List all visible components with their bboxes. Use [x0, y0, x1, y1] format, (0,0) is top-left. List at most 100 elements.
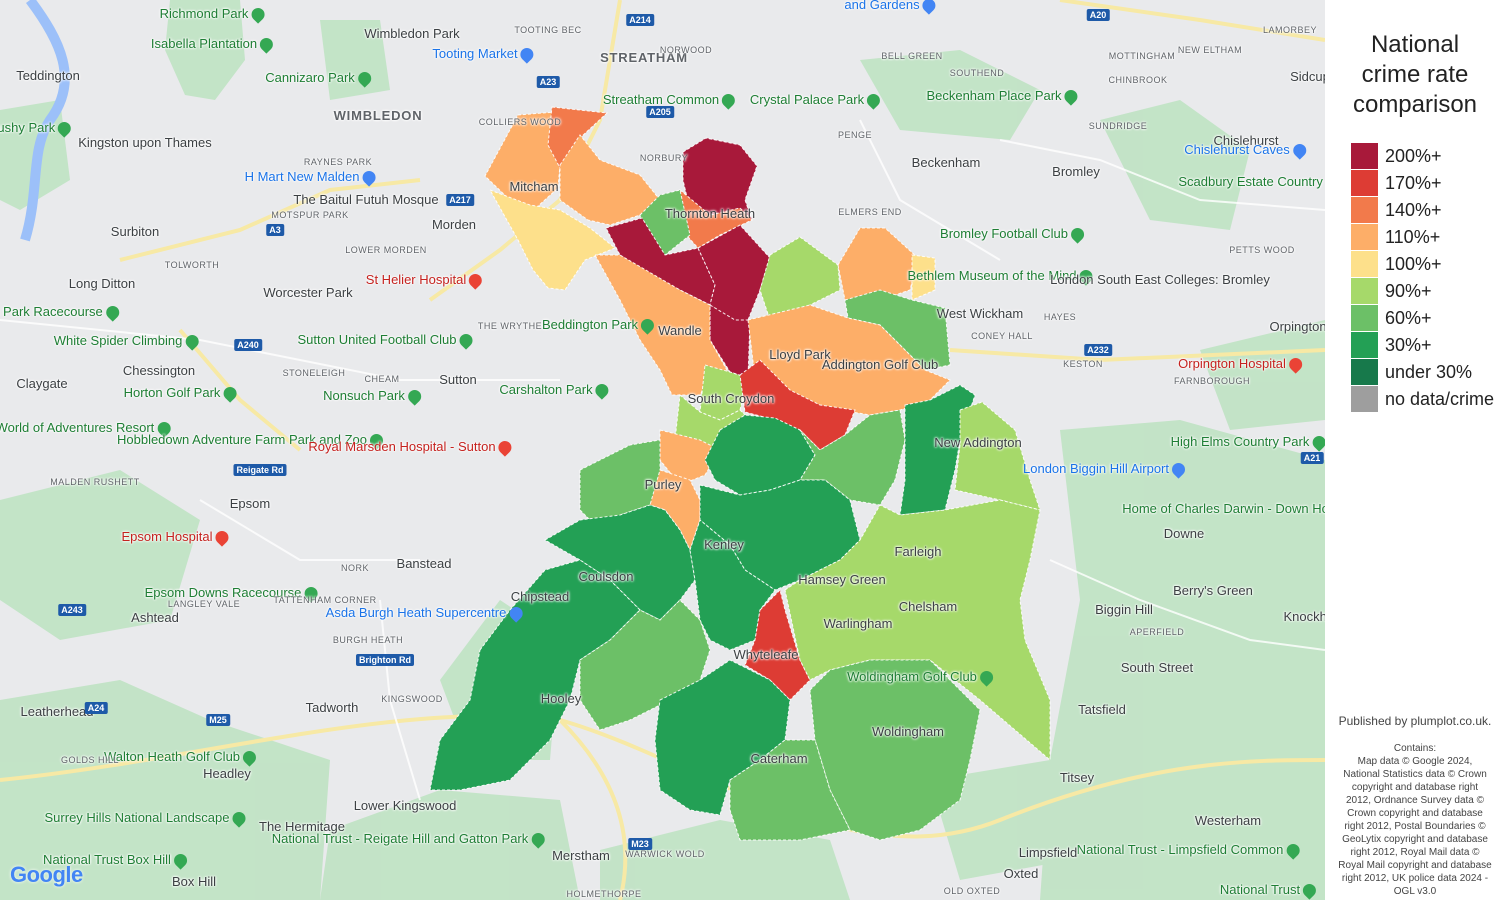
place-pin-icon	[1068, 225, 1087, 244]
place-pin-icon	[977, 668, 996, 687]
place-pin-icon	[1283, 841, 1303, 860]
legend-swatch	[1351, 251, 1378, 277]
place-name: FARNBOROUGH	[1173, 376, 1251, 386]
place-name: Epsom	[229, 496, 271, 511]
place-name: The Baitul Futuh Mosque	[293, 192, 439, 207]
road-shield: A21	[1300, 452, 1324, 464]
google-logo-text: Google	[10, 862, 83, 887]
legend-label: under 30%	[1385, 361, 1473, 382]
place-name: Crystal Palace Park	[749, 91, 865, 107]
place-label: NORK	[341, 561, 369, 575]
place-name: RAYNES PARK	[303, 157, 373, 167]
place-name: H Mart New Malden	[244, 168, 360, 184]
road-shield: M25	[206, 714, 230, 726]
place-name: Surrey Hills National Landscape	[44, 809, 230, 825]
place-name: Beckenham Place Park	[926, 87, 1062, 103]
legend-swatch	[1351, 386, 1378, 412]
legend-item: 110%+	[1351, 224, 1440, 250]
google-logo: Google	[10, 862, 83, 888]
place-pin-icon	[1300, 881, 1319, 900]
place-name: Oxted	[1003, 866, 1039, 881]
place-name: Home of Charles Darwin - Down House	[1122, 500, 1325, 516]
place-name: Tooting Market	[432, 45, 518, 61]
place-label: Bromley	[1052, 165, 1100, 179]
place-pin-icon	[528, 830, 547, 849]
place-name: Mitcham	[509, 179, 559, 194]
place-label: KINGSWOOD	[381, 692, 443, 706]
place-pin-icon	[638, 316, 657, 335]
legend-item: 170%+	[1351, 170, 1442, 196]
place-label: MOTSPUR PARK	[271, 208, 348, 222]
place-label: Titsey	[1060, 771, 1094, 785]
place-name: Hooley	[540, 691, 582, 706]
place-label: HOLMETHORPE	[566, 887, 641, 900]
place-name: Thornton Heath	[664, 206, 756, 221]
place-label: Tooting Market	[432, 45, 537, 64]
place-name: New Addington	[934, 435, 1022, 450]
place-name: Chelsham	[898, 599, 958, 614]
place-label: Headley	[203, 767, 251, 781]
place-label: National Trust - Limpsfield Common	[1077, 841, 1303, 860]
place-name: SOUTHEND	[949, 68, 1005, 78]
place-label: RAYNES PARK	[304, 155, 372, 169]
place-label: Woldingham	[872, 725, 944, 739]
place-label: Merstham	[552, 849, 610, 863]
place-name: Addington Golf Club	[821, 357, 939, 372]
legend-label: no data/crime	[1385, 388, 1495, 409]
place-name: Sidcup	[1290, 69, 1325, 84]
place-name: Richmond Park	[159, 5, 249, 21]
place-name: Scadbury Estate Country Pk	[1178, 173, 1325, 189]
place-pin-icon	[182, 332, 201, 351]
legend-item: 200%+	[1351, 143, 1442, 169]
place-name: National Trust - Reigate Hill and Gatton…	[271, 830, 529, 846]
place-name: TOOTING BEC	[514, 25, 582, 35]
place-name: South Street	[1120, 660, 1194, 675]
place-name: PENGE	[837, 130, 873, 140]
legend-label: 200%+	[1385, 145, 1442, 166]
place-name: MALDEN RUSHETT	[50, 477, 140, 487]
place-pin-icon	[1169, 460, 1188, 479]
place-label: Berry's Green	[1173, 584, 1253, 598]
place-name: Caterham	[750, 751, 808, 766]
place-label: LOWER MORDEN	[345, 243, 427, 257]
place-name: Merstham	[552, 848, 610, 863]
place-label: National Trust	[1220, 881, 1319, 900]
place-label: Tadworth	[306, 701, 359, 715]
place-name: THE WRYTHE	[477, 321, 543, 331]
place-label: Bushy Park	[0, 119, 74, 138]
place-label: Biggin Hill	[1095, 603, 1153, 617]
place-name: Morden	[431, 217, 477, 232]
place-name: WIMBLEDON	[333, 108, 423, 123]
place-label: Kingston upon Thames	[78, 136, 211, 150]
place-name: London Biggin Hill Airport	[1023, 460, 1169, 476]
place-name: GOLDS HILL	[60, 755, 120, 765]
credits-line: right 2012, Royal Mail data ©	[1350, 847, 1480, 858]
place-pin-icon	[1309, 433, 1325, 452]
place-name: APERFIELD	[1129, 627, 1185, 637]
credits-line: copyright and database right	[1351, 782, 1479, 793]
place-label: CONEY HALL	[971, 329, 1033, 343]
legend-swatch	[1351, 224, 1378, 250]
place-name: MOTSPUR PARK	[271, 210, 349, 220]
legend-item: 30%+	[1351, 332, 1432, 358]
place-pin-icon	[257, 35, 276, 54]
place-label: Worcester Park	[263, 286, 352, 300]
place-name: LOWER MORDEN	[345, 245, 427, 255]
map[interactable]: Richmond Park Isabella Plantation Teddingt…	[0, 0, 1325, 900]
place-label: PENGE	[838, 128, 872, 142]
place-name: LAMORBEY	[1262, 25, 1318, 35]
place-label: SOUTHEND	[950, 66, 1005, 80]
place-label: Sidcup	[1290, 70, 1325, 84]
place-label: APERFIELD	[1130, 625, 1185, 639]
place-label: TATTENHAM CORNER	[273, 593, 376, 607]
legend-item: 100%+	[1351, 251, 1442, 277]
place-name: NEW ELTHAM	[1177, 45, 1243, 55]
place-pin-icon	[517, 45, 537, 64]
place-label: Bromley Football Club	[940, 225, 1087, 244]
place-name: South Croydon	[687, 391, 775, 406]
place-name: BURGH HEATH	[332, 635, 404, 645]
place-name: Headley	[203, 766, 251, 781]
place-name: Claygate	[16, 376, 68, 391]
place-pin-icon	[55, 119, 74, 138]
place-label: FARNBOROUGH	[1174, 374, 1250, 388]
